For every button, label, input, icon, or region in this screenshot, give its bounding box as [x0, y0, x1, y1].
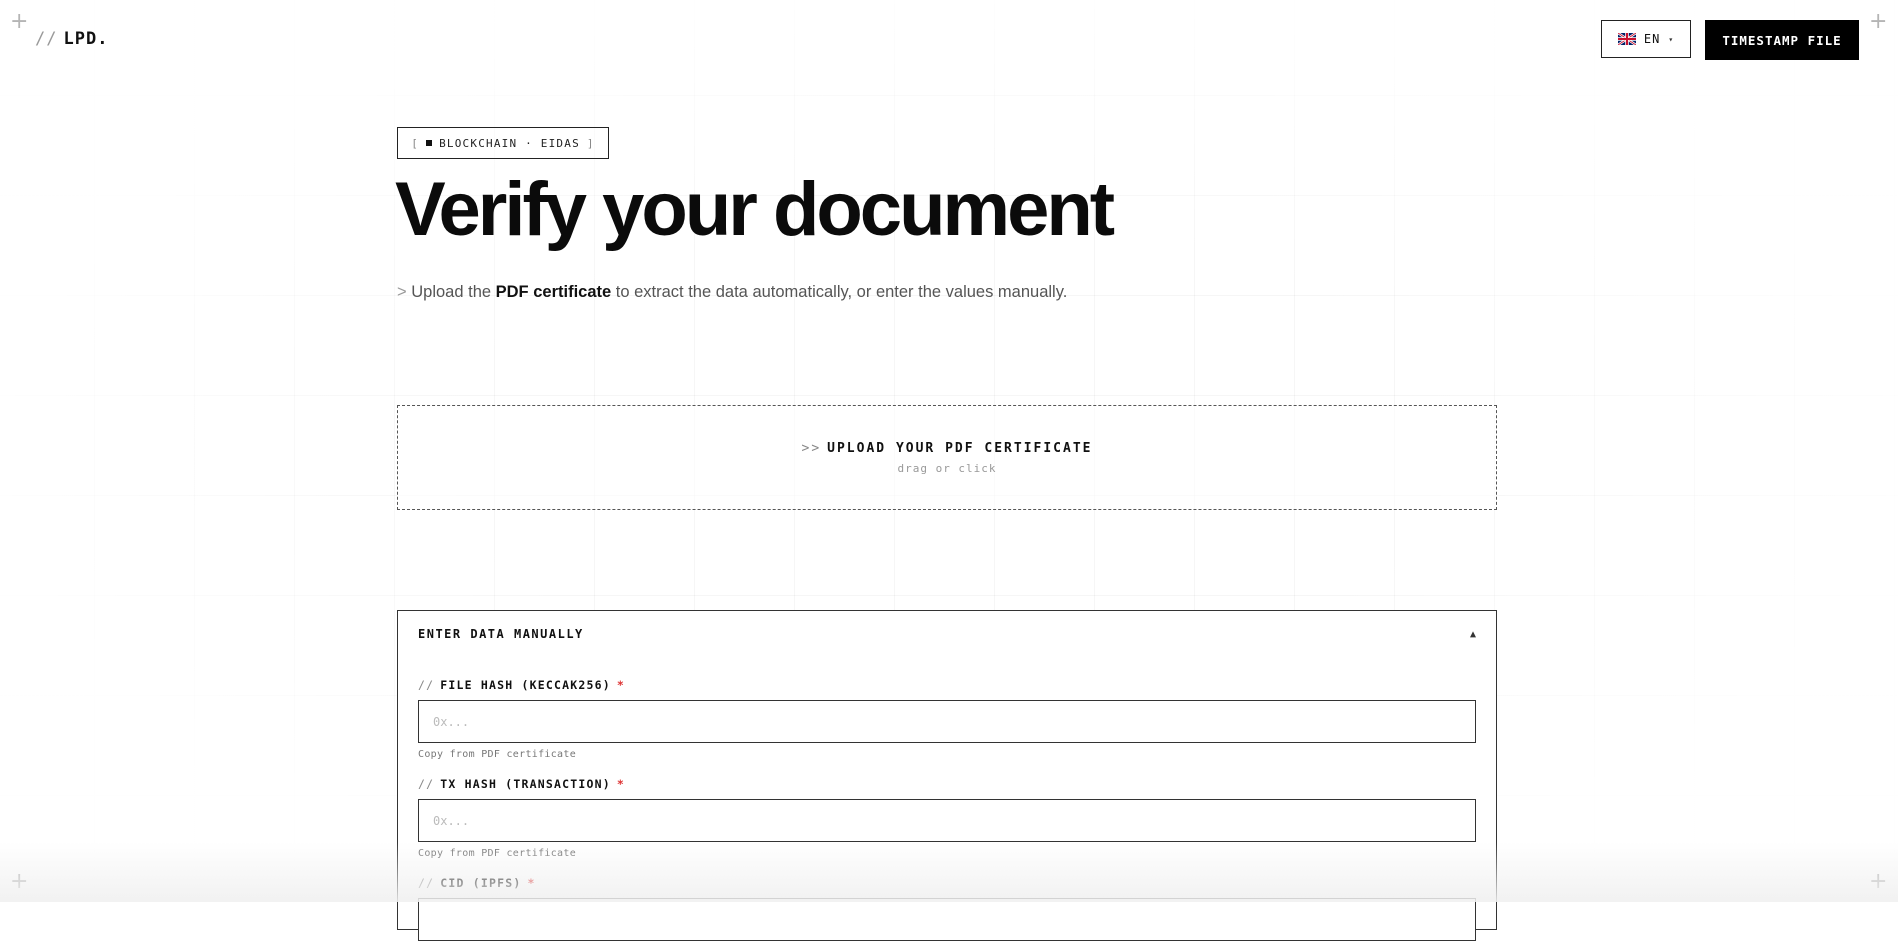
- page-subtitle: > Upload the PDF certificate to extract …: [397, 283, 1067, 302]
- chevron-down-icon: ▾: [1668, 34, 1675, 44]
- corner-plus-icon: +: [10, 869, 29, 894]
- logo[interactable]: //LPD.: [35, 29, 108, 49]
- upload-title: >> UPLOAD YOUR PDF CERTIFICATE: [802, 441, 1093, 456]
- badge-bracket-close: ]: [586, 136, 595, 150]
- timestamp-file-button[interactable]: TIMESTAMP FILE: [1705, 20, 1859, 60]
- badge-text: BLOCKCHAIN · EIDAS: [439, 136, 580, 150]
- language-code: EN: [1643, 32, 1661, 46]
- tx-hash-field: // TX HASH (TRANSACTION) * Copy from PDF c…: [418, 777, 1476, 859]
- file-hash-input[interactable]: [418, 700, 1476, 743]
- manual-entry-toggle[interactable]: ENTER DATA MANUALLY ▲: [398, 611, 1496, 657]
- field-label: // TX HASH (TRANSACTION) *: [418, 777, 1476, 791]
- cid-field: // CID (IPFS) *: [418, 876, 1476, 941]
- upload-hint: drag or click: [897, 461, 997, 475]
- label-slash: //: [418, 777, 435, 791]
- corner-plus-icon: +: [1869, 869, 1888, 894]
- field-help: Copy from PDF certificate: [418, 848, 577, 859]
- double-arrow-icon: >>: [801, 440, 822, 456]
- label-slash: //: [418, 678, 435, 692]
- logo-text: LPD.: [63, 29, 109, 49]
- manual-entry-title: ENTER DATA MANUALLY: [418, 627, 584, 641]
- cid-input[interactable]: [418, 898, 1476, 941]
- manual-entry-panel: ENTER DATA MANUALLY ▲ // FILE HASH (KECCA…: [397, 610, 1497, 941]
- required-marker: *: [616, 678, 625, 692]
- chevron-up-icon: ▲: [1469, 628, 1476, 640]
- field-label: // FILE HASH (KECCAK256) *: [418, 678, 1476, 692]
- badge-bracket-open: [: [411, 136, 420, 150]
- square-icon: [426, 140, 433, 146]
- blockchain-badge: [ BLOCKCHAIN · EIDAS ]: [397, 127, 609, 159]
- subtitle-before: Upload the: [411, 283, 492, 301]
- subtitle-after: to extract the data automatically, or en…: [615, 283, 1068, 301]
- upload-title-text: UPLOAD YOUR PDF CERTIFICATE: [827, 440, 1093, 456]
- required-marker: *: [527, 876, 536, 890]
- field-help: Copy from PDF certificate: [418, 749, 577, 760]
- required-marker: *: [616, 777, 625, 791]
- uk-flag-icon: [1617, 33, 1636, 45]
- tx-hash-input[interactable]: [418, 799, 1476, 842]
- label-text: CID (IPFS): [440, 876, 522, 890]
- label-text: TX HASH (TRANSACTION): [440, 777, 611, 791]
- label-slash: //: [418, 876, 435, 890]
- subtitle-bold: PDF certificate: [495, 283, 612, 301]
- corner-plus-icon: +: [1869, 9, 1888, 34]
- page-title: Verify your document: [395, 167, 1115, 252]
- file-hash-field: // FILE HASH (KECCAK256) * Copy from PDF c…: [418, 678, 1476, 760]
- corner-plus-icon: +: [10, 9, 29, 34]
- logo-slash: //: [35, 29, 58, 49]
- subtitle-prefix: >: [397, 283, 407, 301]
- pdf-upload-dropzone[interactable]: >> UPLOAD YOUR PDF CERTIFICATE drag or cl…: [397, 405, 1497, 510]
- field-label: // CID (IPFS) *: [418, 876, 1476, 890]
- language-selector[interactable]: EN ▾: [1601, 20, 1691, 58]
- label-text: FILE HASH (KECCAK256): [440, 678, 611, 692]
